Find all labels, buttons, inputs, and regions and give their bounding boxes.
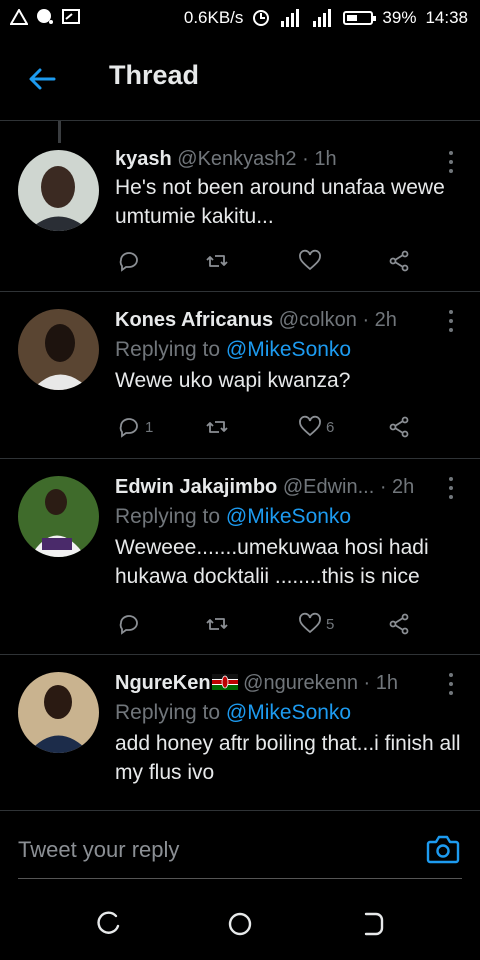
replying-to: Replying to @MikeSonko xyxy=(115,505,352,528)
author-handle[interactable]: @ngurekenn xyxy=(243,672,358,694)
share-icon xyxy=(389,250,409,272)
back-arrow-icon[interactable] xyxy=(26,63,58,95)
system-navigation-bar xyxy=(0,888,480,960)
tweet-actions: 5 xyxy=(117,611,417,637)
camera-icon[interactable] xyxy=(426,833,460,865)
reply-input[interactable] xyxy=(18,830,398,870)
like-button[interactable]: 5 xyxy=(298,611,334,637)
retweet-button[interactable] xyxy=(205,248,229,274)
like-count: 6 xyxy=(326,418,335,436)
author-handle[interactable]: @Edwin... xyxy=(283,476,374,498)
tweet-kones-africanus[interactable]: Kones Africanus @colkon · 2h Replying to… xyxy=(0,292,480,459)
retweet-button[interactable] xyxy=(205,414,229,440)
share-icon xyxy=(389,416,409,438)
tweet-actions xyxy=(117,248,417,274)
tweet-ngureken[interactable]: NgureKen @ngurekenn · 1h Replying to @Mi… xyxy=(0,655,480,811)
sync-icon xyxy=(253,10,270,26)
tweet-time: · 2h xyxy=(362,309,397,331)
tweet-time: · 1h xyxy=(363,672,398,694)
author-name[interactable]: NgureKen xyxy=(115,672,211,694)
author-handle[interactable]: @Kenkyash2 xyxy=(177,148,296,170)
more-vertical-icon[interactable] xyxy=(448,151,454,173)
more-vertical-icon[interactable] xyxy=(448,310,454,332)
like-button[interactable] xyxy=(298,248,322,274)
signal-4g-icon xyxy=(281,9,300,27)
page-title: Thread xyxy=(109,60,200,90)
battery-icon xyxy=(343,11,377,25)
mention-link[interactable]: @MikeSonko xyxy=(226,505,351,528)
avatar[interactable] xyxy=(18,309,99,390)
reply-icon xyxy=(119,418,138,438)
replying-to: Replying to @MikeSonko xyxy=(115,701,352,724)
heart-icon xyxy=(299,249,321,271)
heart-icon xyxy=(299,612,321,634)
back-icon[interactable] xyxy=(358,910,386,938)
avatar[interactable] xyxy=(18,672,99,753)
reply-button[interactable] xyxy=(117,611,141,637)
replying-to: Replying to @MikeSonko xyxy=(115,338,352,361)
chat-notification-icon xyxy=(37,9,53,24)
heart-icon xyxy=(299,415,321,437)
share-button[interactable] xyxy=(387,414,411,440)
author-name[interactable]: Edwin Jakajimbo xyxy=(115,476,277,498)
reply-count: 1 xyxy=(145,418,154,436)
share-button[interactable] xyxy=(387,248,411,274)
like-count: 5 xyxy=(326,615,335,633)
recent-apps-icon[interactable] xyxy=(94,910,122,938)
thread-header: Thread xyxy=(0,36,480,121)
retweet-button[interactable] xyxy=(205,611,229,637)
tweet-text: He's not been around unafaa wewe umtumie… xyxy=(115,176,445,228)
cast-icon xyxy=(62,9,80,24)
tweet-edwin-jakajimbo[interactable]: Edwin Jakajimbo @Edwin... · 2h Replying … xyxy=(0,459,480,655)
tweet-text: Wewe uko wapi kwanza? xyxy=(115,369,351,392)
tweet-actions: 1 6 xyxy=(117,414,417,440)
reply-button[interactable]: 1 xyxy=(117,414,153,440)
avatar[interactable] xyxy=(18,476,99,557)
more-vertical-icon[interactable] xyxy=(448,673,454,695)
retweet-icon xyxy=(206,618,228,630)
warning-icon xyxy=(10,9,28,25)
share-button[interactable] xyxy=(387,611,411,637)
signal-icon xyxy=(313,9,332,27)
tweet-time: · 1h xyxy=(302,148,337,170)
battery-percent: 39% xyxy=(382,8,417,27)
tweet-text: Weweee.......umekuwaa hosi hadi hukawa d… xyxy=(115,536,429,588)
mention-link[interactable]: @MikeSonko xyxy=(226,701,351,724)
retweet-icon xyxy=(206,255,228,267)
author-handle[interactable]: @colkon xyxy=(279,309,357,331)
share-icon xyxy=(389,613,409,635)
reply-icon xyxy=(119,252,138,272)
tweet-text: add honey aftr boiling that...i finish a… xyxy=(115,732,461,784)
home-icon[interactable] xyxy=(226,910,254,938)
status-bar: 0.6KB/s 39% 14:38 xyxy=(0,0,480,36)
author-name[interactable]: Kones Africanus xyxy=(115,309,273,331)
author-name[interactable]: kyash xyxy=(115,148,172,170)
network-speed: 0.6KB/s xyxy=(183,8,244,27)
mention-link[interactable]: @MikeSonko xyxy=(226,338,351,361)
reply-icon xyxy=(119,615,138,635)
reply-button[interactable] xyxy=(117,248,141,274)
tweet-time: · 2h xyxy=(379,476,415,498)
retweet-icon xyxy=(206,421,228,433)
tweet-kyash[interactable]: kyash @Kenkyash2 · 1h He's not been arou… xyxy=(0,121,480,292)
clock: 14:38 xyxy=(425,8,468,27)
like-button[interactable]: 6 xyxy=(298,414,334,440)
more-vertical-icon[interactable] xyxy=(448,477,454,499)
kenya-flag-icon xyxy=(211,674,238,690)
reply-composer xyxy=(18,820,462,879)
avatar[interactable] xyxy=(18,150,99,231)
